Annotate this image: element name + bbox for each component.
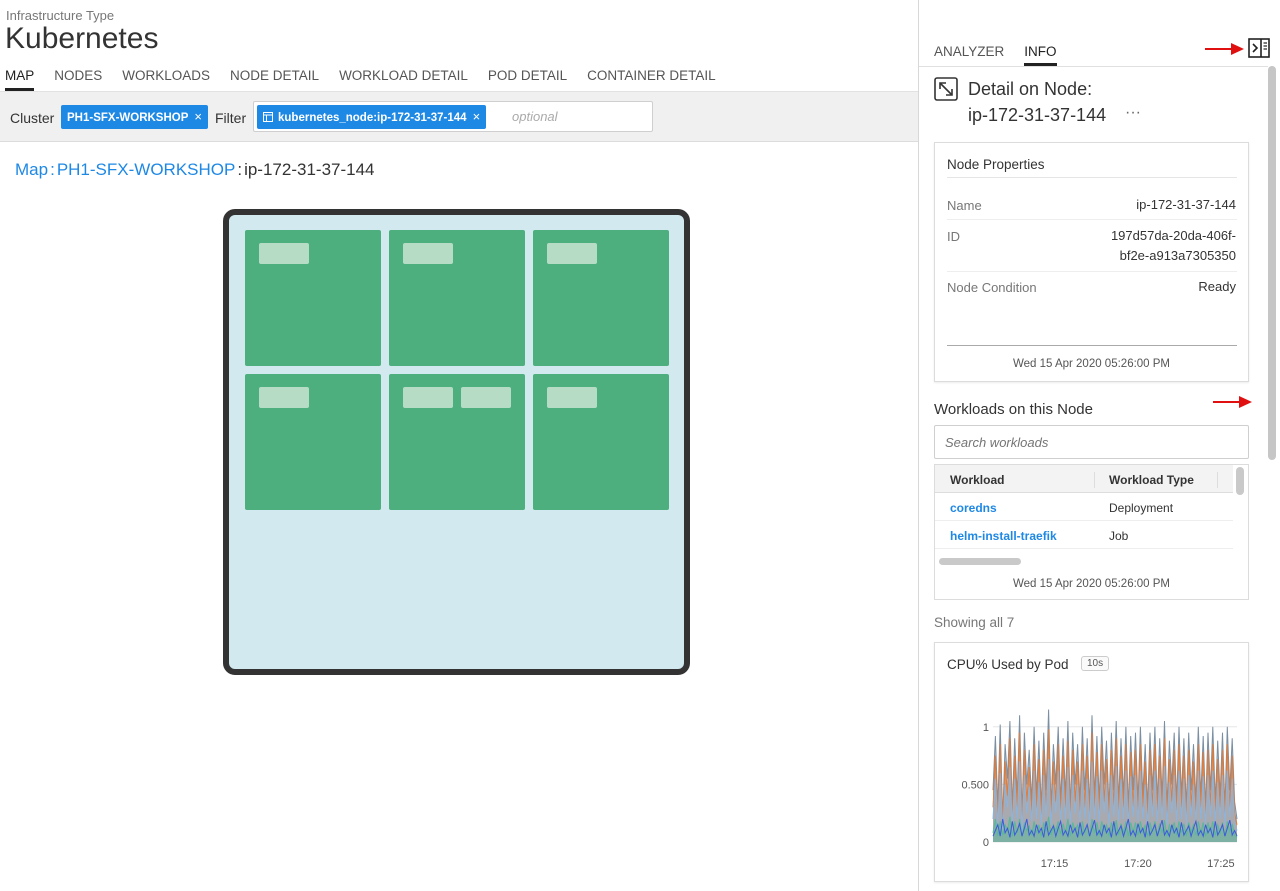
workload-type: Job (1109, 529, 1129, 543)
workloads-section-title: Workloads on this Node (934, 401, 1093, 418)
column-divider (1094, 472, 1095, 488)
remove-cluster-icon[interactable]: × (194, 109, 202, 124)
container-tile[interactable] (547, 243, 597, 264)
id-label: ID (947, 229, 960, 244)
more-options-icon[interactable]: ··· (1125, 104, 1141, 122)
filter-label: Filter (215, 110, 247, 126)
cluster-chip-label: PH1-SFX-WORKSHOP (67, 112, 189, 124)
cluster-chip[interactable]: PH1-SFX-WORKSHOP × (61, 105, 208, 129)
pod-tile[interactable] (533, 374, 669, 510)
id-value-line: bf2e-a913a7305350 (1119, 248, 1236, 263)
tab-workload-detail[interactable]: WORKLOAD DETAIL (339, 68, 468, 91)
x-tick-label: 17:25 (1207, 858, 1235, 870)
table-horizontal-scrollbar[interactable] (939, 558, 1021, 565)
detail-node-name: ip-172-31-37-144 (968, 105, 1107, 125)
container-tile[interactable] (259, 243, 309, 264)
table-header: Workload Workload Type (935, 465, 1233, 493)
red-arrow-icon (1213, 396, 1252, 408)
tab-map[interactable]: MAP (5, 68, 35, 91)
workloads-timestamp: Wed 15 Apr 2020 05:26:00 PM (1012, 578, 1171, 590)
showing-count: Showing all 7 (934, 615, 1015, 630)
y-tick-label: 0 (983, 837, 989, 849)
breadcrumb-separator: : (50, 160, 55, 179)
breadcrumb-separator: : (237, 160, 243, 179)
row-divider (947, 271, 1237, 272)
page-title: Kubernetes (5, 22, 159, 55)
name-value: ip-172-31-37-144 (1136, 197, 1236, 212)
panel-tabs: ANALYZER INFO (934, 44, 1077, 66)
tab-workloads[interactable]: WORKLOADS (122, 68, 210, 91)
container-tile[interactable] (403, 387, 453, 408)
row-divider (947, 219, 1237, 220)
node-condition-label: Node Condition (947, 280, 1037, 295)
red-arrow-icon (1205, 43, 1244, 55)
name-label: Name (947, 198, 982, 213)
node-properties-card: Node Properties Name ip-172-31-37-144 ID… (934, 142, 1249, 382)
collapse-panel-icon[interactable] (1248, 38, 1270, 58)
workload-link[interactable]: coredns (950, 501, 997, 515)
table-vertical-scrollbar[interactable] (1236, 467, 1244, 495)
main-tabs: MAP NODES WORKLOADS NODE DETAIL WORKLOAD… (5, 68, 736, 91)
properties-timestamp: Wed 15 Apr 2020 05:26:00 PM (1012, 358, 1171, 370)
tab-container-detail[interactable]: CONTAINER DETAIL (587, 68, 716, 91)
container-tile[interactable] (547, 387, 597, 408)
resolution-badge: 10s (1081, 656, 1110, 671)
x-tick-label: 17:20 (1124, 858, 1152, 870)
workloads-table: Workload Workload Type coredns Deploymen… (934, 464, 1249, 600)
search-workloads-input[interactable] (934, 425, 1249, 459)
breadcrumb: Map: PH1-SFX-WORKSHOP: ip-172-31-37-144 (15, 160, 375, 180)
detail-title: Detail on Node: (968, 79, 1093, 99)
pod-tile[interactable] (245, 230, 381, 366)
y-tick-label: 1 (983, 722, 989, 734)
remove-filter-icon[interactable]: × (473, 109, 481, 124)
expand-icon[interactable] (934, 77, 958, 101)
breadcrumb-cluster[interactable]: PH1-SFX-WORKSHOP (57, 160, 236, 179)
workload-link[interactable]: helm-install-traefik (950, 529, 1057, 543)
pod-tile[interactable] (389, 230, 525, 366)
tab-nodes[interactable]: NODES (54, 68, 102, 91)
breadcrumb-current: ip-172-31-37-144 (244, 160, 375, 179)
node-map[interactable] (223, 209, 690, 675)
node-condition-value: Ready (1198, 279, 1236, 294)
main-area: Infrastructure Type Kubernetes MAP NODES… (0, 0, 918, 891)
tab-pod-detail[interactable]: POD DETAIL (488, 68, 567, 91)
cluster-label: Cluster (10, 110, 55, 126)
table-row: coredns Deployment (935, 493, 1233, 521)
row-divider (947, 345, 1237, 346)
table-row: helm-install-traefik Job (935, 521, 1233, 549)
pod-tile[interactable] (389, 374, 525, 510)
workload-type: Deployment (1109, 501, 1174, 515)
filter-input[interactable]: kubernetes_node:ip-172-31-37-144 × option… (253, 101, 653, 132)
pod-tile[interactable] (245, 374, 381, 510)
panel-scrollbar[interactable] (1268, 66, 1276, 460)
info-panel: ANALYZER INFO Detail on Node: ip-172-31-… (919, 0, 1280, 891)
col-workload[interactable]: Workload (950, 473, 1004, 487)
col-workload-type[interactable]: Workload Type (1109, 473, 1194, 487)
y-tick-label: 0.500 (961, 779, 989, 791)
id-value-line: 197d57da-20da-406f- (1110, 228, 1236, 243)
pod-tile[interactable] (533, 230, 669, 366)
tab-node-detail[interactable]: NODE DETAIL (230, 68, 319, 91)
infrastructure-type-label: Infrastructure Type (6, 8, 115, 23)
filter-bar: Cluster PH1-SFX-WORKSHOP × Filter kuberne… (0, 91, 918, 142)
column-divider (1217, 472, 1218, 488)
cpu-chart[interactable]: 0 0.500 1 17:15 17:20 17:25 (935, 683, 1248, 878)
filter-chip[interactable]: kubernetes_node:ip-172-31-37-144 × (257, 105, 487, 129)
filter-chip-label: kubernetes_node:ip-172-31-37-144 (278, 112, 467, 124)
card-divider (947, 177, 1237, 178)
chart-title: CPU% Used by Pod (947, 657, 1069, 672)
node-properties-title: Node Properties (947, 157, 1045, 172)
tab-info[interactable]: INFO (1024, 44, 1057, 66)
filter-placeholder: optional (512, 109, 558, 124)
cpu-chart-card: CPU% Used by Pod 10s 0 0.500 1 17:15 17:20 17… (934, 642, 1249, 882)
breadcrumb-map[interactable]: Map (15, 160, 48, 179)
tabs-divider (919, 66, 1268, 67)
container-tile[interactable] (259, 387, 309, 408)
container-tile[interactable] (403, 243, 453, 264)
container-tile[interactable] (461, 387, 511, 408)
tab-analyzer[interactable]: ANALYZER (934, 44, 1004, 66)
x-tick-label: 17:15 (1041, 858, 1069, 870)
id-value: 197d57da-20da-406f- bf2e-a913a7305350 (1111, 226, 1236, 266)
dimension-icon (263, 112, 273, 122)
